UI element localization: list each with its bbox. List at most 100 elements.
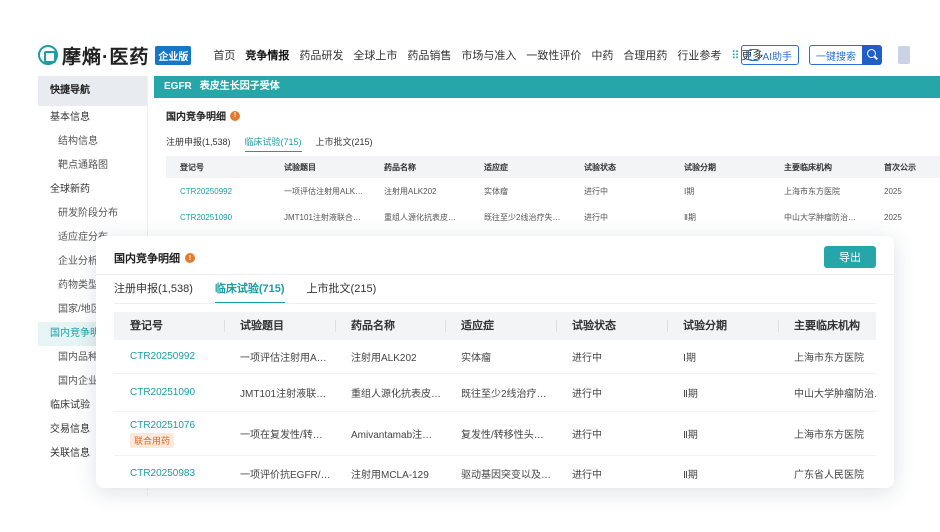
column-header-title[interactable]: 试验题目 bbox=[224, 312, 335, 340]
search-icon[interactable] bbox=[862, 45, 882, 65]
table-cell: 既往至少2线治疗失… bbox=[484, 212, 561, 222]
background-table: 登记号 试验题目 药品名称 适应症 试验状态 试验分期 主要临床机构 首次公示 … bbox=[166, 156, 940, 230]
clinical-trials-table: 登记号 试验题目 药品名称 适应症 试验状态 试验分期 主要临床机构 CTR20… bbox=[114, 312, 876, 492]
column-header: 首次公示 bbox=[884, 162, 916, 172]
trial-id-link[interactable]: CTR20251076 bbox=[130, 420, 224, 431]
trial-status: 进行中 bbox=[572, 389, 602, 400]
tab-approvals[interactable]: 上市批文(215) bbox=[307, 280, 377, 304]
table-row[interactable]: CTR20250992 一项评估注射用A… 注射用ALK202 实体瘤 进行中 … bbox=[114, 340, 876, 374]
enterprise-badge: 企业版 bbox=[155, 45, 192, 65]
trial-title: JMT101注射液联… bbox=[240, 389, 327, 400]
brand-logo[interactable]: 摩熵·医药 企业版 bbox=[38, 42, 192, 69]
table-row[interactable]: CTR20251090 JMT101注射液联… 重组人源化抗表皮… 既往至少2线… bbox=[114, 374, 876, 412]
nav-item-competitive-intel[interactable]: 竞争情报 bbox=[245, 47, 289, 63]
clinical-site: 广东省人民医院 bbox=[794, 470, 864, 481]
nav-item-global-launch[interactable]: 全球上市 bbox=[353, 47, 397, 63]
divider bbox=[114, 303, 876, 304]
indication: 既往至少2线治疗… bbox=[461, 389, 547, 400]
clinical-site: 上海市东方医院 bbox=[794, 353, 864, 364]
target-code: EGFR bbox=[164, 81, 192, 92]
export-button[interactable]: 导出 bbox=[824, 246, 876, 268]
quick-search[interactable]: 一键搜索 bbox=[809, 45, 882, 65]
trial-id-link[interactable]: CTR20250983 bbox=[114, 468, 224, 479]
trial-id-link[interactable]: CTR20251090 bbox=[166, 213, 270, 222]
nav-item-home[interactable]: 首页 bbox=[213, 47, 235, 63]
tab-approvals[interactable]: 上市批文(215) bbox=[316, 135, 373, 152]
table-row[interactable]: CTR20250983 一项评价抗EGFR/… 注射用MCLA-129 驱动基因… bbox=[114, 456, 876, 492]
indication: 实体瘤 bbox=[461, 353, 491, 364]
table-cell: 重组人源化抗表皮… bbox=[384, 212, 456, 222]
trial-phase: Ⅱ期 bbox=[683, 389, 698, 400]
trial-status: 进行中 bbox=[572, 430, 602, 441]
trial-id-link[interactable]: CTR20251090 bbox=[114, 387, 224, 398]
table-header: 登记号 试验题目 药品名称 适应症 试验状态 试验分期 主要临床机构 bbox=[114, 312, 876, 340]
sidebar-item-pathway[interactable]: 靶点通路图 bbox=[38, 154, 147, 178]
indication: 驱动基因突变以及… bbox=[461, 470, 551, 481]
nav-item-drug-rd[interactable]: 药品研发 bbox=[299, 47, 343, 63]
trial-phase: Ⅱ期 bbox=[683, 430, 698, 441]
sidebar-item-basic-info[interactable]: 基本信息 bbox=[38, 106, 147, 130]
column-header: 适应症 bbox=[484, 162, 508, 172]
section-tabs: 注册申报(1,538) 临床试验(715) 上市批文(215) bbox=[166, 135, 940, 152]
nav-item-drug-sales[interactable]: 药品销售 bbox=[407, 47, 451, 63]
nav-item-consistency-eval[interactable]: 一致性评价 bbox=[526, 47, 581, 63]
nav-item-industry-ref[interactable]: 行业参考 bbox=[677, 47, 721, 63]
column-header: 试验状态 bbox=[584, 162, 616, 172]
info-icon[interactable]: ! bbox=[230, 110, 240, 121]
tab-clinical-trials[interactable]: 临床试验(715) bbox=[214, 280, 285, 304]
target-name: 表皮生长因子受体 bbox=[199, 81, 280, 92]
table-cell: 2025 bbox=[884, 186, 902, 196]
sidebar-item-rd-stage[interactable]: 研发阶段分布 bbox=[38, 202, 147, 226]
trial-id-link[interactable]: CTR20250992 bbox=[166, 187, 270, 196]
sidebar-item-global-new-drugs[interactable]: 全球新药 bbox=[38, 178, 147, 202]
top-navigation-bar: 摩熵·医药 企业版 首页 竞争情报 药品研发 全球上市 药品销售 市场与准入 一… bbox=[38, 36, 940, 74]
ai-assistant-button[interactable]: AI助手 bbox=[740, 45, 799, 65]
quick-search-label[interactable]: 一键搜索 bbox=[809, 45, 862, 65]
indication: 复发性/转移性头… bbox=[461, 430, 544, 441]
column-header-id[interactable]: 登记号 bbox=[114, 312, 224, 340]
drug-name: Amivantamab注… bbox=[351, 430, 433, 441]
divider bbox=[96, 274, 894, 275]
nav-item-rational-use[interactable]: 合理用药 bbox=[623, 47, 667, 63]
sidebar-heading: 快捷导航 bbox=[38, 76, 147, 106]
tab-registration[interactable]: 注册申报(1,538) bbox=[114, 280, 193, 304]
card-title: 国内竞争明细 ! bbox=[114, 250, 195, 266]
table-cell: 实体瘤 bbox=[484, 186, 508, 196]
trial-title: 一项在复发性/转… bbox=[240, 430, 323, 441]
tab-registration[interactable]: 注册申报(1,538) bbox=[166, 135, 231, 152]
column-header-status[interactable]: 试验状态 bbox=[556, 312, 667, 340]
trial-id-cell: CTR20251076 联合用药 bbox=[114, 420, 224, 448]
sidebar-item-structure[interactable]: 结构信息 bbox=[38, 130, 147, 154]
table-row[interactable]: CTR20251090 JMT101注射液联合… 重组人源化抗表皮… 既往至少2… bbox=[166, 204, 940, 230]
nav-item-tcm[interactable]: 中药 bbox=[591, 47, 613, 63]
trial-id-link[interactable]: CTR20250992 bbox=[114, 351, 224, 362]
card-title-text: 国内竞争明细 bbox=[114, 253, 180, 265]
section-title: 国内竞争明细 ! bbox=[166, 108, 940, 123]
table-row[interactable]: CTR20250992 一项评估注射用ALK… 注射用ALK202 实体瘤 进行… bbox=[166, 178, 940, 204]
drug-name: 注射用ALK202 bbox=[351, 353, 417, 364]
drug-name: 注射用MCLA-129 bbox=[351, 470, 429, 481]
column-header-drug[interactable]: 药品名称 bbox=[335, 312, 445, 340]
table-cell: 进行中 bbox=[584, 212, 608, 222]
column-header-indication[interactable]: 适应症 bbox=[445, 312, 556, 340]
brand-name: 摩熵·医药 bbox=[62, 46, 150, 68]
tab-clinical-trials[interactable]: 临床试验(715) bbox=[244, 135, 302, 152]
table-cell: 2025 bbox=[884, 212, 902, 222]
table-cell: 中山大学肿瘤防治… bbox=[784, 212, 856, 222]
column-header: 药品名称 bbox=[384, 162, 416, 172]
table-header: 登记号 试验题目 药品名称 适应症 试验状态 试验分期 主要临床机构 首次公示 bbox=[166, 156, 940, 178]
column-header-site[interactable]: 主要临床机构 bbox=[778, 312, 876, 340]
trial-title: 一项评估注射用A… bbox=[240, 353, 327, 364]
top-right-tools: AI助手 一键搜索 bbox=[740, 45, 910, 65]
trial-status: 进行中 bbox=[572, 470, 602, 481]
table-cell: Ⅰ期 bbox=[684, 186, 695, 196]
info-icon[interactable]: ! bbox=[185, 253, 195, 263]
nav-item-market-access[interactable]: 市场与准入 bbox=[461, 47, 516, 63]
column-header: 主要临床机构 bbox=[784, 162, 832, 172]
table-cell: 一项评估注射用ALK… bbox=[284, 186, 364, 196]
ai-icon bbox=[747, 49, 760, 61]
table-row[interactable]: CTR20251076 联合用药 一项在复发性/转… Amivantamab注…… bbox=[114, 412, 876, 456]
column-header-phase[interactable]: 试验分期 bbox=[667, 312, 778, 340]
trial-phase: Ⅱ期 bbox=[683, 470, 698, 481]
ai-assistant-label: AI助手 bbox=[762, 51, 792, 63]
